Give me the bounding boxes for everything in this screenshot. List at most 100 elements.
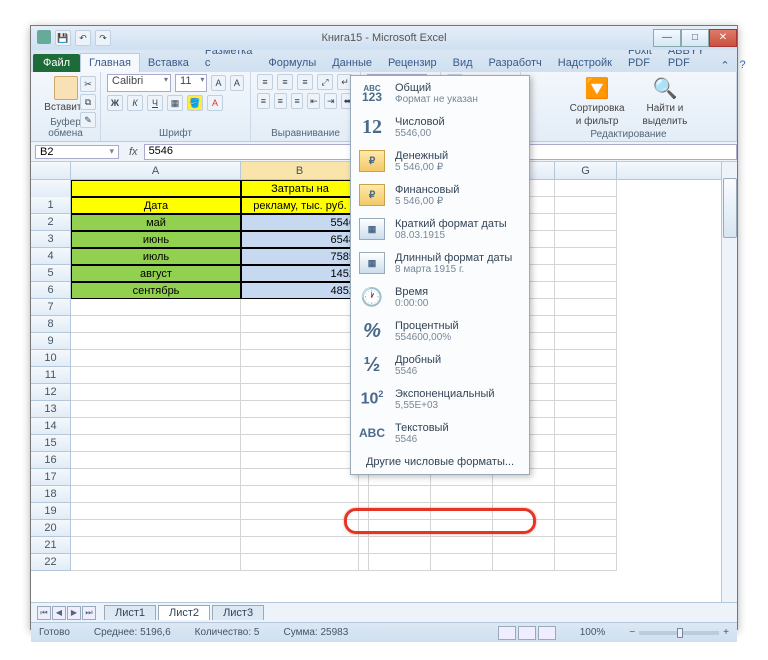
tab-formulas[interactable]: Формулы [260, 54, 324, 72]
underline-button[interactable]: Ч [147, 95, 163, 111]
row-header[interactable]: 7 [31, 299, 71, 316]
tab-insert[interactable]: Вставка [140, 54, 197, 72]
number-format-item[interactable]: 🕐 Время0:00:00 [351, 280, 529, 314]
sheet-nav-next-icon[interactable]: ▶ [67, 606, 81, 620]
view-break-icon[interactable] [538, 626, 556, 640]
align-top-icon[interactable]: ≡ [257, 74, 273, 90]
border-button[interactable]: ▦ [167, 95, 183, 111]
row-header[interactable]: 3 [31, 231, 71, 248]
row-header[interactable]: 21 [31, 537, 71, 554]
find-select-button[interactable]: 🔍 Найти и выделить [639, 74, 692, 129]
row-header[interactable]: 10 [31, 350, 71, 367]
cell[interactable]: июль [71, 248, 241, 265]
tab-addins[interactable]: Надстройк [550, 54, 620, 72]
row-header[interactable]: 12 [31, 384, 71, 401]
cell[interactable]: Дата [71, 197, 241, 214]
shrink-font-icon[interactable]: A [230, 75, 244, 91]
number-format-item[interactable]: ½ Дробный5546 [351, 348, 529, 382]
row-header[interactable]: 1 [31, 197, 71, 214]
font-size-select[interactable]: 11 [175, 74, 207, 92]
col-header-g[interactable]: G [555, 162, 617, 179]
sheet-nav-first-icon[interactable]: ⏮ [37, 606, 51, 620]
row-header[interactable]: 2 [31, 214, 71, 231]
cell[interactable]: май [71, 214, 241, 231]
col-header-a[interactable]: A [71, 162, 241, 179]
font-color-button[interactable]: A [207, 95, 223, 111]
cell[interactable]: июнь [71, 231, 241, 248]
view-normal-icon[interactable] [498, 626, 516, 640]
cut-icon[interactable]: ✂ [80, 76, 96, 92]
sort-filter-button[interactable]: 🔽 Сортировка и фильтр [566, 74, 629, 129]
cell[interactable]: Затраты на [241, 180, 359, 197]
number-format-item[interactable]: ▦ Длинный формат даты8 марта 1915 г. [351, 246, 529, 280]
number-format-item[interactable]: % Процентный554600,00% [351, 314, 529, 348]
fx-icon[interactable]: fx [123, 146, 144, 158]
undo-icon[interactable]: ↶ [75, 30, 91, 46]
grow-font-icon[interactable]: A [211, 75, 225, 91]
row-header[interactable]: 19 [31, 503, 71, 520]
sheet-tab-1[interactable]: Лист1 [104, 605, 156, 620]
align-mid-icon[interactable]: ≡ [277, 74, 293, 90]
select-all-corner[interactable] [31, 162, 71, 179]
sheet-nav-prev-icon[interactable]: ◀ [52, 606, 66, 620]
name-box[interactable]: B2 [35, 145, 119, 159]
number-format-item[interactable]: 102 Экспоненциальный5,55E+03 [351, 382, 529, 416]
number-format-item[interactable]: 12 Числовой5546,00 [351, 110, 529, 144]
maximize-button[interactable]: □ [681, 29, 709, 47]
ribbon-min-icon[interactable]: ⌃ [720, 59, 729, 72]
row-header[interactable]: 17 [31, 469, 71, 486]
zoom-slider[interactable]: − + [629, 627, 729, 638]
cell[interactable]: 7585 [241, 248, 359, 265]
cell[interactable]: август [71, 265, 241, 282]
save-icon[interactable]: 💾 [55, 30, 71, 46]
copy-icon[interactable]: ⧉ [80, 94, 96, 110]
tab-home[interactable]: Главная [80, 53, 140, 72]
row-header[interactable]: 16 [31, 452, 71, 469]
cell[interactable]: рекламу, тыс. руб. [241, 197, 359, 214]
align-bot-icon[interactable]: ≡ [297, 74, 313, 90]
row-header[interactable]: 11 [31, 367, 71, 384]
number-format-item[interactable]: ABC123 ОбщийФормат не указан [351, 76, 529, 110]
row-header[interactable]: 9 [31, 333, 71, 350]
row-header[interactable] [31, 180, 71, 197]
tab-view[interactable]: Вид [445, 54, 481, 72]
font-name-select[interactable]: Calibri [107, 74, 171, 92]
align-left-icon[interactable]: ≡ [257, 93, 270, 109]
sheet-nav-last-icon[interactable]: ⏭ [82, 606, 96, 620]
number-format-item[interactable]: ▦ Краткий формат даты08.03.1915 [351, 212, 529, 246]
zoom-in-icon[interactable]: + [723, 627, 729, 638]
row-header[interactable]: 13 [31, 401, 71, 418]
row-header[interactable]: 6 [31, 282, 71, 299]
row-header[interactable]: 20 [31, 520, 71, 537]
zoom-out-icon[interactable]: − [629, 627, 635, 638]
row-header[interactable]: 14 [31, 418, 71, 435]
redo-icon[interactable]: ↷ [95, 30, 111, 46]
row-header[interactable]: 4 [31, 248, 71, 265]
help-icon[interactable]: ? [740, 59, 746, 72]
cell[interactable]: сентябрь [71, 282, 241, 299]
row-header[interactable]: 5 [31, 265, 71, 282]
indent-dec-icon[interactable]: ⇤ [307, 93, 320, 109]
view-layout-icon[interactable] [518, 626, 536, 640]
row-header[interactable]: 15 [31, 435, 71, 452]
sheet-tab-2[interactable]: Лист2 [158, 605, 210, 620]
more-number-formats[interactable]: Другие числовые форматы... [351, 450, 529, 474]
orientation-icon[interactable]: ⤢ [317, 74, 333, 90]
cell[interactable] [71, 180, 241, 197]
zoom-level[interactable]: 100% [580, 627, 606, 638]
align-center-icon[interactable]: ≡ [274, 93, 287, 109]
tab-file[interactable]: Файл [33, 54, 80, 72]
tab-review[interactable]: Рецензир [380, 54, 445, 72]
sheet-tab-3[interactable]: Лист3 [212, 605, 264, 620]
number-format-item[interactable]: ABC Текстовый5546 [351, 416, 529, 450]
indent-inc-icon[interactable]: ⇥ [324, 93, 337, 109]
vertical-scrollbar[interactable] [721, 162, 737, 602]
italic-button[interactable]: К [127, 95, 143, 111]
row-header[interactable]: 22 [31, 554, 71, 571]
align-right-icon[interactable]: ≡ [291, 93, 304, 109]
tab-data[interactable]: Данные [324, 54, 380, 72]
row-header[interactable]: 8 [31, 316, 71, 333]
row-header[interactable]: 18 [31, 486, 71, 503]
number-format-item[interactable]: ₽ Финансовый5 546,00 ₽ [351, 178, 529, 212]
cell[interactable]: 5546 [241, 214, 359, 231]
